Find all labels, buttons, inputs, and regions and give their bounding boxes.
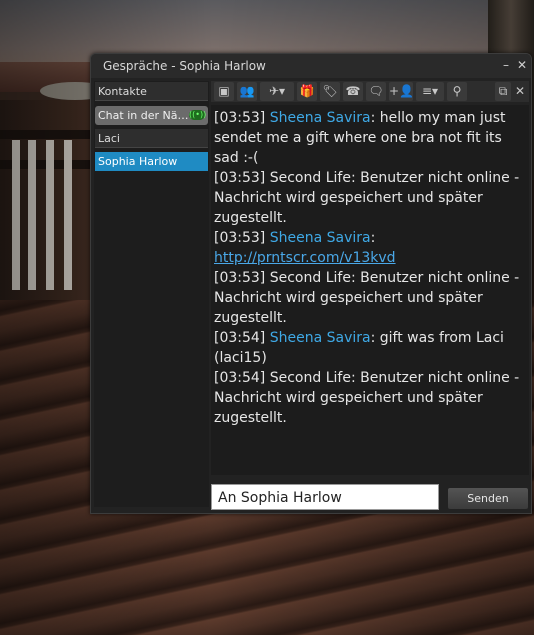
voice-icon[interactable]: 🗨 [366, 82, 386, 101]
sidebar-item-label: Laci [98, 132, 120, 145]
friends-icon[interactable]: 👥 [237, 82, 257, 101]
menu-icon[interactable]: ≡▾ [416, 82, 444, 101]
chat-lines: [03:53] Sheena Savira: hello my man just… [214, 108, 522, 428]
close-icon[interactable]: ✕ [515, 58, 529, 72]
message-link[interactable]: http://prntscr.com/v13kvd [214, 250, 396, 266]
minimize-icon[interactable]: – [499, 58, 513, 72]
message-text: : [370, 230, 376, 246]
chat-message: [03:54] Sheena Savira: gift was from Lac… [214, 328, 522, 368]
sidebar-item-label: Kontakte [98, 85, 147, 98]
sidebar-item-sophia-harlow[interactable]: Sophia Harlow [95, 152, 208, 171]
chat-message: [03:54] Second Life: Benutzer nicht onli… [214, 368, 522, 428]
message-time: [03:53] [214, 230, 266, 246]
conversation-list: Kontakte Chat in der Nä… ((•)) Laci Soph… [94, 81, 209, 507]
message-time: [03:53] [214, 170, 266, 186]
message-time: [03:53] [214, 270, 266, 286]
window-titlebar[interactable]: Gespräche - Sophia Harlow – ✕ [91, 54, 531, 78]
teleport-icon[interactable]: ✈▾ [260, 82, 294, 101]
send-button[interactable]: Senden [447, 487, 529, 510]
close-conversation-icon[interactable]: ✕ [513, 82, 527, 101]
sidebar-item-laci[interactable]: Laci [95, 129, 208, 148]
chat-input[interactable]: An Sophia Harlow [211, 484, 439, 510]
add-person-icon[interactable]: +👤 [389, 82, 414, 101]
message-time: [03:54] [214, 370, 266, 386]
chat-message: [03:53] Sheena Savira: hello my man just… [214, 108, 522, 168]
sidebar-item-contacts[interactable]: Kontakte [95, 82, 208, 101]
profile-icon[interactable]: ▣ [214, 82, 234, 101]
popout-icon[interactable]: ⧉ [495, 82, 511, 101]
chat-history[interactable]: [03:53] Sheena Savira: hello my man just… [211, 105, 529, 475]
window-title: Gespräche - Sophia Harlow [103, 59, 266, 73]
tag-icon[interactable]: 🏷 [320, 82, 340, 101]
call-icon[interactable]: ☎ [343, 82, 363, 101]
sender-name[interactable]: Sheena Savira [270, 110, 371, 126]
sender-name[interactable]: Sheena Savira [270, 230, 371, 246]
voice-indicator-icon: ((•)) [189, 110, 207, 120]
chat-message: [03:53] Second Life: Benutzer nicht onli… [214, 268, 522, 328]
sidebar-item-nearby-chat[interactable]: Chat in der Nä… ((•)) [95, 106, 208, 125]
conversation-toolbar: ▣ 👥 ✈▾ 🎁 🏷 ☎ 🗨 +👤 ≡▾ ⚲ ⧉ ✕ [211, 81, 529, 102]
search-icon[interactable]: ⚲ [447, 82, 467, 101]
conversations-window[interactable]: Gespräche - Sophia Harlow – ✕ Kontakte C… [90, 53, 532, 514]
chat-message: [03:53] Second Life: Benutzer nicht onli… [214, 168, 522, 228]
sidebar-item-label: Chat in der Nä… [98, 109, 189, 122]
message-time: [03:54] [214, 330, 266, 346]
chat-message: [03:53] Sheena Savira: http://prntscr.co… [214, 228, 522, 268]
message-time: [03:53] [214, 110, 266, 126]
gift-icon[interactable]: 🎁 [297, 82, 317, 101]
sidebar-item-label: Sophia Harlow [98, 155, 178, 168]
sender-name[interactable]: Sheena Savira [270, 330, 371, 346]
